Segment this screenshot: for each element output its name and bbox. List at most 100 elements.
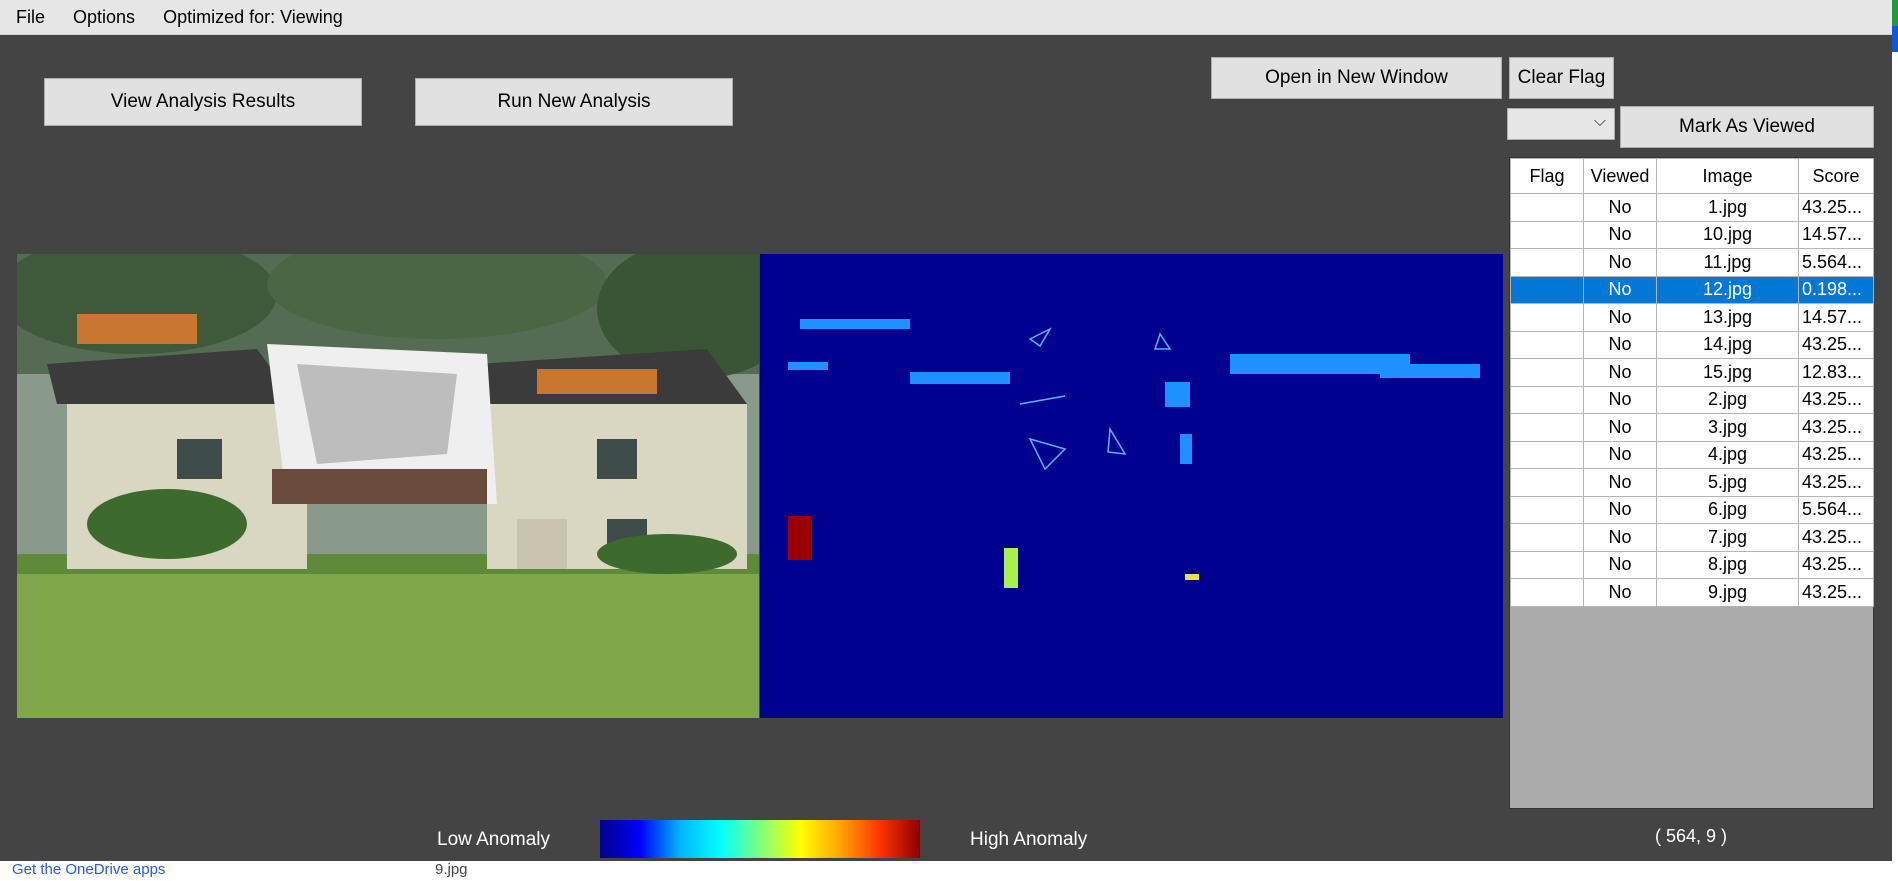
column-header-image[interactable]: Image (1656, 158, 1799, 194)
column-header-score[interactable]: Score (1798, 158, 1874, 194)
cell-flag[interactable] (1510, 413, 1584, 442)
cell-score[interactable]: 43.25... (1798, 468, 1874, 497)
cell-score[interactable]: 12.83... (1798, 358, 1874, 387)
cell-image[interactable]: 8.jpg (1656, 550, 1799, 579)
cell-image[interactable]: 2.jpg (1656, 385, 1799, 414)
cell-viewed[interactable]: No (1583, 523, 1657, 552)
high-anomaly-label: High Anomaly (970, 829, 1088, 850)
cell-viewed[interactable]: No (1583, 193, 1657, 222)
cell-flag[interactable] (1510, 248, 1584, 277)
cell-viewed[interactable]: No (1583, 248, 1657, 277)
onedrive-apps-link[interactable]: Get the OneDrive apps (12, 861, 165, 878)
cell-viewed[interactable]: No (1583, 330, 1657, 359)
cell-image[interactable]: 10.jpg (1656, 220, 1799, 249)
cell-image[interactable]: 14.jpg (1656, 330, 1799, 359)
cell-flag[interactable] (1510, 330, 1584, 359)
cell-flag[interactable] (1510, 578, 1584, 607)
cell-image[interactable]: 15.jpg (1656, 358, 1799, 387)
cell-score[interactable]: 43.25... (1798, 550, 1874, 579)
clear-flag-button[interactable]: Clear Flag (1509, 57, 1614, 99)
cell-flag[interactable] (1510, 275, 1584, 304)
cell-viewed[interactable]: No (1583, 440, 1657, 469)
cell-score[interactable]: 5.564... (1798, 495, 1874, 524)
cell-score[interactable]: 14.57... (1798, 220, 1874, 249)
column-header-flag[interactable]: Flag (1510, 158, 1584, 194)
table-row[interactable]: No 1.jpg 43.25... (1510, 193, 1874, 222)
cell-flag[interactable] (1510, 193, 1584, 222)
cell-flag[interactable] (1510, 440, 1584, 469)
cell-image[interactable]: 3.jpg (1656, 413, 1799, 442)
cell-viewed[interactable]: No (1583, 495, 1657, 524)
cell-score[interactable]: 43.25... (1798, 440, 1874, 469)
cell-score[interactable]: 43.25... (1798, 578, 1874, 607)
cell-image[interactable]: 12.jpg (1656, 275, 1799, 304)
table-row[interactable]: No 12.jpg 0.198... (1510, 275, 1874, 304)
window-edge-decoration (1892, 0, 1898, 52)
house-damage-photo (17, 254, 759, 718)
cell-image[interactable]: 4.jpg (1656, 440, 1799, 469)
cell-image[interactable]: 13.jpg (1656, 303, 1799, 332)
cell-image[interactable]: 6.jpg (1656, 495, 1799, 524)
table-row[interactable]: No 10.jpg 14.57... (1510, 220, 1874, 249)
run-new-analysis-button[interactable]: Run New Analysis (415, 78, 733, 126)
results-grid[interactable]: Flag Viewed Image Score No 1.jpg 43.25... N… (1509, 157, 1874, 809)
cell-flag[interactable] (1510, 303, 1584, 332)
cell-flag[interactable] (1510, 523, 1584, 552)
table-row[interactable]: No 9.jpg 43.25... (1510, 578, 1874, 607)
cell-flag[interactable] (1510, 495, 1584, 524)
table-row[interactable]: No 8.jpg 43.25... (1510, 550, 1874, 579)
table-row[interactable]: No 2.jpg 43.25... (1510, 385, 1874, 414)
low-anomaly-label: Low Anomaly (437, 829, 551, 850)
cell-image[interactable]: 5.jpg (1656, 468, 1799, 497)
menu-file[interactable]: File (0, 7, 59, 28)
cell-flag[interactable] (1510, 358, 1584, 387)
background-window-strip: Get the OneDrive apps 9.jpg (0, 861, 1898, 881)
flag-dropdown[interactable]: ⌵ (1507, 108, 1615, 140)
anomaly-colorbar (600, 820, 920, 858)
menu-bar: File Options Optimized for: Viewing (0, 0, 1892, 35)
cell-viewed[interactable]: No (1583, 358, 1657, 387)
table-row[interactable]: No 5.jpg 43.25... (1510, 468, 1874, 497)
cell-viewed[interactable]: No (1583, 220, 1657, 249)
cell-viewed[interactable]: No (1583, 303, 1657, 332)
mark-as-viewed-button[interactable]: Mark As Viewed (1620, 106, 1874, 148)
cell-score[interactable]: 43.25... (1798, 523, 1874, 552)
cell-flag[interactable] (1510, 385, 1584, 414)
open-in-new-window-button[interactable]: Open in New Window (1211, 57, 1502, 99)
table-row[interactable]: No 4.jpg 43.25... (1510, 440, 1874, 469)
menu-options[interactable]: Options (59, 7, 149, 28)
cell-viewed[interactable]: No (1583, 413, 1657, 442)
table-row[interactable]: No 3.jpg 43.25... (1510, 413, 1874, 442)
anomaly-heatmap-panel[interactable] (760, 254, 1503, 718)
cell-flag[interactable] (1510, 550, 1584, 579)
cell-flag[interactable] (1510, 468, 1584, 497)
cell-score[interactable]: 43.25... (1798, 413, 1874, 442)
cell-score[interactable]: 14.57... (1798, 303, 1874, 332)
cell-viewed[interactable]: No (1583, 275, 1657, 304)
table-row[interactable]: No 14.jpg 43.25... (1510, 330, 1874, 359)
cell-score[interactable]: 43.25... (1798, 193, 1874, 222)
menu-optimized-for[interactable]: Optimized for: Viewing (149, 7, 357, 28)
table-row[interactable]: No 15.jpg 12.83... (1510, 358, 1874, 387)
cell-image[interactable]: 7.jpg (1656, 523, 1799, 552)
column-header-viewed[interactable]: Viewed (1583, 158, 1657, 194)
table-row[interactable]: No 11.jpg 5.564... (1510, 248, 1874, 277)
cell-score[interactable]: 0.198... (1798, 275, 1874, 304)
cell-flag[interactable] (1510, 220, 1584, 249)
cell-viewed[interactable]: No (1583, 550, 1657, 579)
cell-viewed[interactable]: No (1583, 468, 1657, 497)
view-analysis-results-button[interactable]: View Analysis Results (44, 78, 362, 126)
cell-image[interactable]: 1.jpg (1656, 193, 1799, 222)
table-row[interactable]: No 6.jpg 5.564... (1510, 495, 1874, 524)
cell-image[interactable]: 9.jpg (1656, 578, 1799, 607)
cell-viewed[interactable]: No (1583, 578, 1657, 607)
cell-viewed[interactable]: No (1583, 385, 1657, 414)
cell-image[interactable]: 11.jpg (1656, 248, 1799, 277)
cell-score[interactable]: 5.564... (1798, 248, 1874, 277)
anomaly-heatmap-image (760, 254, 1503, 718)
table-row[interactable]: No 13.jpg 14.57... (1510, 303, 1874, 332)
cell-score[interactable]: 43.25... (1798, 385, 1874, 414)
cell-score[interactable]: 43.25... (1798, 330, 1874, 359)
table-row[interactable]: No 7.jpg 43.25... (1510, 523, 1874, 552)
original-image-panel[interactable] (17, 254, 759, 718)
